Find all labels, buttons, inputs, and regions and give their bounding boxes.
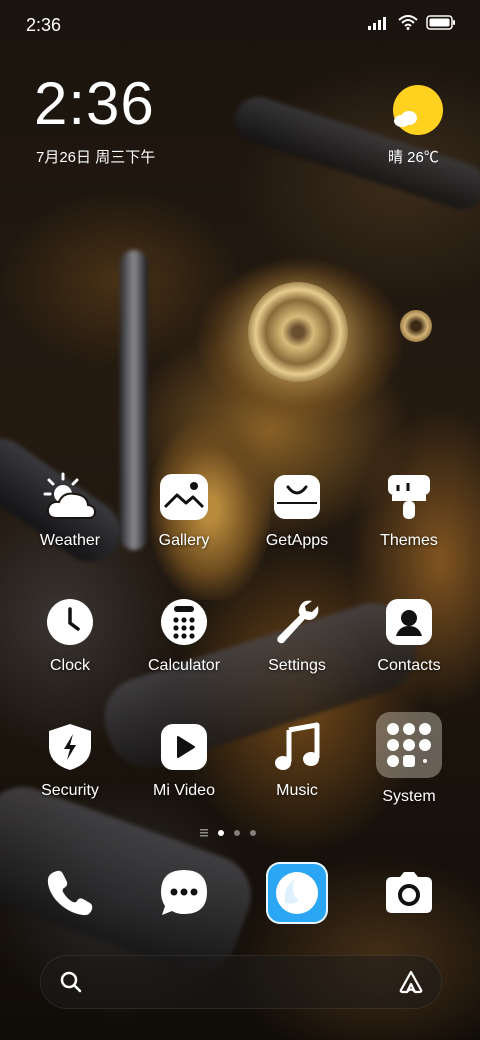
- app-label: GetApps: [265, 532, 329, 549]
- app-label: System: [382, 788, 436, 805]
- app-calculator[interactable]: Calculator: [129, 595, 239, 675]
- page-dot: [234, 830, 240, 836]
- search-bar[interactable]: [40, 955, 442, 1009]
- page-indicator[interactable]: [200, 829, 256, 837]
- app-label: Settings: [268, 657, 326, 674]
- signal-icon: [368, 16, 386, 30]
- app-getapps[interactable]: GetApps: [242, 470, 352, 550]
- clock-widget-date: 7月26日 周三下午: [36, 149, 156, 166]
- app-mi-video[interactable]: Mi Video: [129, 720, 239, 800]
- browser-icon: [276, 872, 318, 914]
- clock-icon: [43, 595, 97, 649]
- gallery-icon: [157, 470, 211, 524]
- themes-icon: [382, 470, 436, 524]
- contacts-icon: [382, 595, 436, 649]
- app-label: Weather: [39, 532, 101, 549]
- app-settings[interactable]: Settings: [242, 595, 352, 675]
- assistant-icon[interactable]: [398, 970, 424, 994]
- calculator-icon: [157, 595, 211, 649]
- app-weather[interactable]: Weather: [15, 470, 125, 550]
- status-time: 2:36: [26, 15, 62, 35]
- app-label: Themes: [380, 532, 438, 549]
- music-icon: [270, 720, 324, 774]
- app-label: Calculator: [147, 657, 221, 674]
- battery-icon: [426, 15, 455, 30]
- weather-widget-text[interactable]: 晴 26℃: [388, 146, 439, 167]
- dock-messages[interactable]: [153, 862, 215, 924]
- app-gallery[interactable]: Gallery: [129, 470, 239, 550]
- dock-camera[interactable]: [378, 862, 440, 924]
- app-label: Security: [41, 782, 99, 799]
- app-security[interactable]: Security: [15, 720, 125, 800]
- page-dot: [250, 830, 256, 836]
- app-system-folder[interactable]: System: [354, 712, 464, 806]
- status-icons: [368, 15, 456, 30]
- dock-phone[interactable]: [39, 862, 101, 924]
- system-folder-icon: [376, 712, 442, 778]
- sunny-cloud-icon[interactable]: [392, 84, 444, 136]
- app-label: Music: [276, 782, 318, 799]
- weather-icon: [43, 470, 97, 524]
- settings-icon: [270, 595, 324, 649]
- video-icon: [157, 720, 211, 774]
- phone-icon: [47, 870, 93, 916]
- app-themes[interactable]: Themes: [354, 470, 464, 550]
- dock-browser[interactable]: [266, 862, 328, 924]
- app-contacts[interactable]: Contacts: [354, 595, 464, 675]
- status-bar: 2:36: [0, 0, 480, 50]
- app-label: Gallery: [158, 532, 210, 549]
- wifi-icon: [398, 15, 418, 30]
- list-view-icon: [200, 829, 208, 837]
- app-clock[interactable]: Clock: [15, 595, 125, 675]
- getapps-icon: [270, 470, 324, 524]
- app-label: Clock: [49, 657, 90, 674]
- security-icon: [43, 720, 97, 774]
- search-icon[interactable]: [60, 971, 82, 993]
- camera-icon: [386, 872, 432, 913]
- clock-widget-time[interactable]: 2:36: [34, 74, 155, 134]
- app-label: Mi Video: [153, 782, 215, 799]
- app-label: Contacts: [377, 657, 441, 674]
- page-dot-active: [218, 830, 224, 836]
- app-music[interactable]: Music: [242, 720, 352, 800]
- messages-icon: [161, 870, 207, 915]
